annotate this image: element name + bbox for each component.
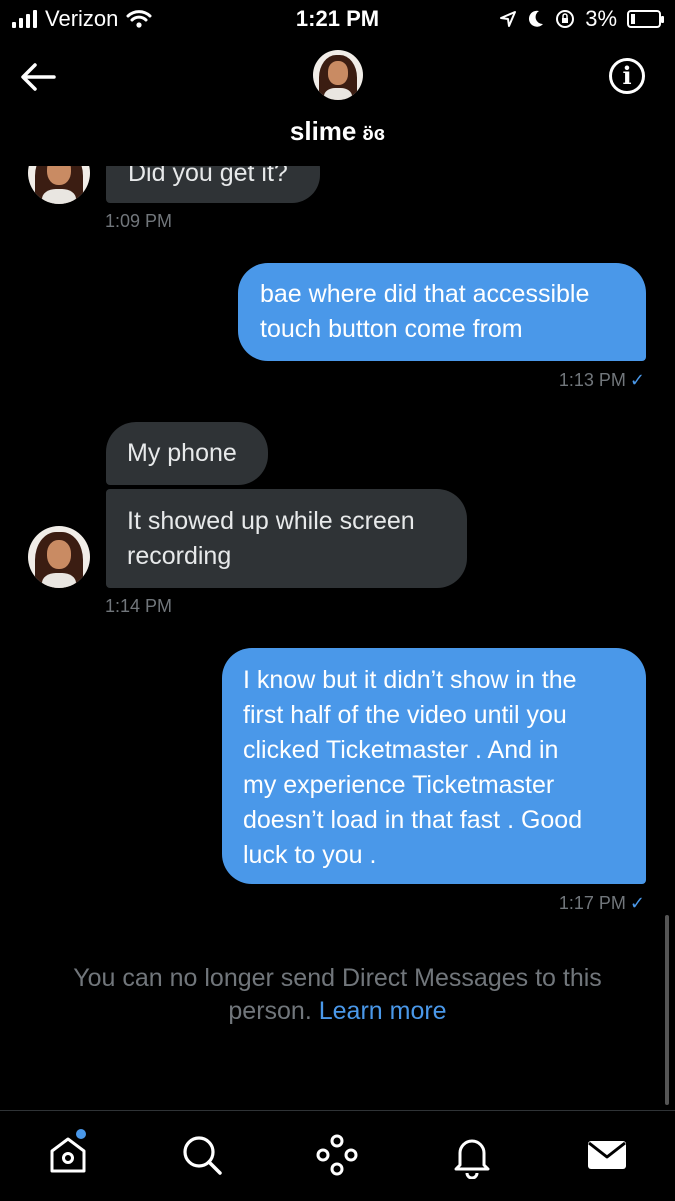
status-right: 3%: [499, 6, 664, 32]
conversation-header: slime ʚ̈ɞ i: [0, 38, 675, 166]
contact-name-text: slime: [289, 116, 357, 146]
message-timestamp: 1:14 PM: [105, 596, 173, 616]
messages-icon[interactable]: [583, 1131, 631, 1179]
battery-icon: [627, 10, 664, 28]
dm-disabled-notice: You can no longer send Direct Messages t…: [40, 962, 635, 1028]
message-timestamp: 1:09 PM: [105, 211, 173, 231]
read-check-icon: ✓: [629, 893, 645, 913]
back-arrow-icon[interactable]: [20, 62, 56, 92]
bottom-tab-bar: [0, 1110, 675, 1201]
spaces-icon[interactable]: [313, 1131, 361, 1179]
home-icon[interactable]: [44, 1131, 92, 1179]
read-check-icon: ✓: [629, 370, 645, 390]
name-emoji: ʚ̈ɞ: [362, 123, 386, 145]
message-bubble-outgoing[interactable]: bae where did that accessible touch butt…: [238, 263, 646, 361]
learn-more-link[interactable]: Learn more: [319, 997, 447, 1025]
message-bubble-outgoing[interactable]: I know but it didn’t show in the first h…: [222, 648, 646, 884]
message-bubble-incoming[interactable]: My phone: [106, 422, 268, 485]
status-bar: Verizon 1:21 PM 3%: [0, 0, 675, 38]
notification-dot: [76, 1129, 86, 1139]
sender-avatar[interactable]: [28, 526, 90, 588]
moon-icon: [529, 10, 544, 27]
info-icon[interactable]: i: [609, 58, 645, 94]
search-icon[interactable]: [178, 1131, 226, 1179]
contact-name[interactable]: slime ʚ̈ɞ: [0, 116, 675, 147]
message-timestamp: 1:13 PM ✓: [559, 370, 645, 391]
message-bubble-incoming[interactable]: It showed up while screen recording: [106, 489, 467, 588]
timestamp-text: 1:17 PM: [558, 893, 626, 913]
message-timestamp: 1:17 PM ✓: [559, 893, 645, 914]
contact-avatar[interactable]: [313, 50, 363, 100]
scrollbar[interactable]: [665, 915, 669, 1105]
battery-percent: 3%: [585, 6, 617, 31]
timestamp-text: 1:13 PM: [558, 370, 626, 390]
location-icon: [500, 11, 517, 27]
rotation-lock-icon: [556, 10, 575, 28]
notifications-icon[interactable]: [448, 1131, 496, 1179]
